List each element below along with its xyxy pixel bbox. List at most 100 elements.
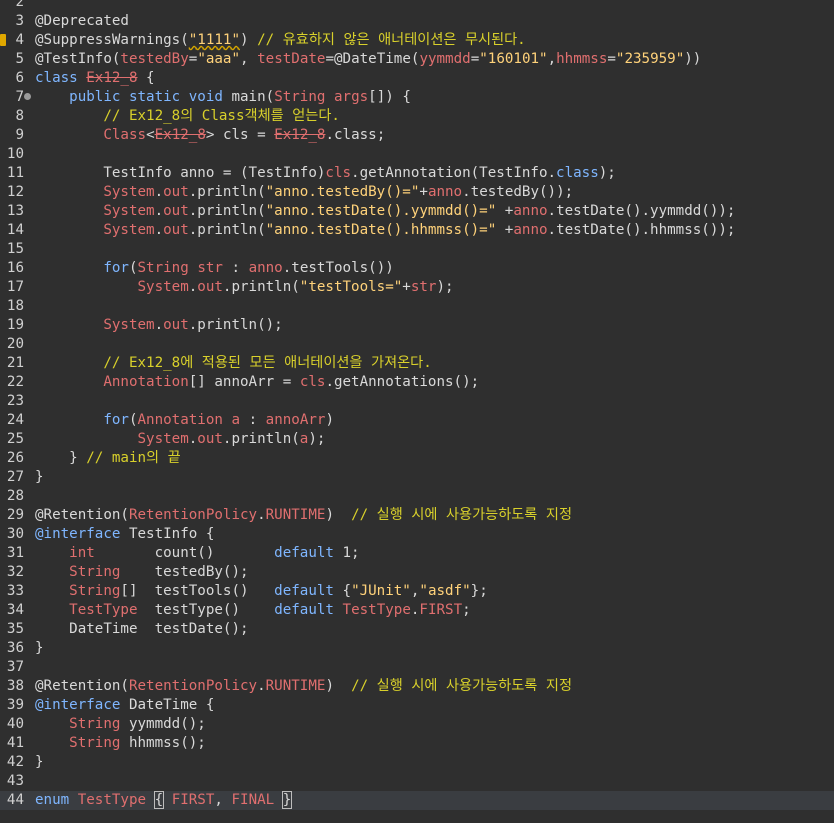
line-number: 32 <box>6 564 24 580</box>
code-line[interactable]: 6 class Ex12_8 { <box>0 69 834 88</box>
code-text[interactable]: System.out.println("anno.testDate().hhmm… <box>35 221 735 240</box>
code-text[interactable]: DateTime testDate(); <box>35 620 248 639</box>
code-token: . <box>257 678 266 694</box>
code-line[interactable]: 10 <box>0 145 834 164</box>
code-line[interactable]: 7 public static void main(String args[])… <box>0 88 834 107</box>
code-text[interactable]: @Retention(RetentionPolicy.RUNTIME) // 실… <box>35 506 572 525</box>
code-line[interactable]: 43 <box>0 772 834 791</box>
code-line[interactable]: 37 <box>0 658 834 677</box>
code-text[interactable]: System.out.println("anno.testDate().yymm… <box>35 202 735 221</box>
code-text[interactable]: public static void main(String args[]) { <box>35 88 411 107</box>
code-line[interactable]: 17 System.out.println("testTools="+str); <box>0 278 834 297</box>
code-line[interactable]: 3 @Deprecated <box>0 12 834 31</box>
code-line[interactable]: 16 for(String str : anno.testTools()) <box>0 259 834 278</box>
line-number: 40 <box>6 716 24 732</box>
code-line[interactable]: 8 // Ex12_8의 Class객체를 얻는다. <box>0 107 834 126</box>
code-text[interactable]: System.out.println(); <box>35 316 282 335</box>
code-text[interactable]: enum TestType { FIRST, FINAL } <box>35 791 293 810</box>
code-text[interactable]: String[] testTools() default {"JUnit","a… <box>35 582 488 601</box>
code-text[interactable]: Class<Ex12_8> cls = Ex12_8.class; <box>35 126 385 145</box>
code-text[interactable]: } <box>35 639 44 658</box>
code-line[interactable]: 31 int count() default 1; <box>0 544 834 563</box>
code-line[interactable]: 5 @TestInfo(testedBy = "aaa", testDate=@Dat… <box>0 50 834 69</box>
code-line[interactable]: 28 <box>0 487 834 506</box>
code-text[interactable]: System.out.println(a); <box>35 430 326 449</box>
code-text[interactable]: TestType testType() default TestType.FIR… <box>35 601 471 620</box>
code-text[interactable]: for(Annotation a : annoArr) <box>35 411 334 430</box>
code-line[interactable]: 32 String testedBy(); <box>0 563 834 582</box>
code-line[interactable]: 36} <box>0 639 834 658</box>
code-line[interactable]: 41 String hhmmss(); <box>0 734 834 753</box>
code-line[interactable]: 39 @interface DateTime { <box>0 696 834 715</box>
code-token: ) <box>325 507 352 523</box>
code-token: = <box>470 51 480 67</box>
code-line[interactable]: 33 String[] testTools() default {"JUnit"… <box>0 582 834 601</box>
code-line[interactable]: 42} <box>0 753 834 772</box>
code-text[interactable]: } <box>35 753 44 772</box>
code-line[interactable]: 19 System.out.println(); <box>0 316 834 335</box>
code-line[interactable]: 38 @Retention(RetentionPolicy.RUNTIME) //… <box>0 677 834 696</box>
code-line[interactable]: 44 enum TestType { FIRST, FINAL } <box>0 791 834 810</box>
code-text[interactable]: String hhmmss(); <box>35 734 206 753</box>
code-line[interactable]: 22 Annotation[] annoArr = cls.getAnnotat… <box>0 373 834 392</box>
code-text[interactable]: @TestInfo(testedBy = "aaa", testDate=@Date… <box>35 50 701 69</box>
code-line[interactable]: 25 System.out.println(a); <box>0 430 834 449</box>
code-text[interactable]: @Retention(RetentionPolicy.RUNTIME) // 실… <box>35 677 572 696</box>
code-text[interactable]: Annotation[] annoArr = cls.getAnnotation… <box>35 373 479 392</box>
code-text[interactable]: int count() default 1; <box>35 544 360 563</box>
code-text[interactable]: } <box>35 468 44 487</box>
line-number: 25 <box>6 431 24 447</box>
code-token: 1; <box>342 545 360 561</box>
code-text[interactable]: String yymmdd(); <box>35 715 206 734</box>
code-line[interactable]: 2 <box>0 0 834 12</box>
code-text[interactable]: @interface TestInfo { <box>35 525 214 544</box>
code-line[interactable]: 35 DateTime testDate(); <box>0 620 834 639</box>
code-token: .println( <box>188 184 266 200</box>
code-token: + <box>496 222 514 238</box>
code-token: + <box>496 203 514 219</box>
code-token: @Retention( <box>35 507 129 523</box>
code-line[interactable]: 12 System.out.println("anno.testedBy()="… <box>0 183 834 202</box>
code-text[interactable]: @SuppressWarnings("1111") // 유효하지 않은 애너테… <box>35 31 526 50</box>
code-text[interactable]: // Ex12_8의 Class객체를 얻는다. <box>35 107 340 126</box>
code-line[interactable]: 23 <box>0 392 834 411</box>
code-line[interactable]: 29 @Retention(RetentionPolicy.RUNTIME) //… <box>0 506 834 525</box>
code-line[interactable]: 24 for(Annotation a : annoArr) <box>0 411 834 430</box>
code-line[interactable]: 34 TestType testType() default TestType.… <box>0 601 834 620</box>
code-line[interactable]: 13 System.out.println("anno.testDate().y… <box>0 202 834 221</box>
code-line[interactable]: 21 // Ex12_8에 적용된 모든 애너테이션을 가져온다. <box>0 354 834 373</box>
code-text[interactable]: @interface DateTime { <box>35 696 214 715</box>
code-text[interactable]: @Deprecated <box>35 12 129 31</box>
code-text[interactable]: String testedBy(); <box>35 563 248 582</box>
code-token: default <box>274 602 343 618</box>
code-line[interactable]: 26 } // main의 끝 <box>0 449 834 468</box>
code-text[interactable]: class Ex12_8 { <box>35 69 155 88</box>
code-line[interactable]: 20 <box>0 335 834 354</box>
code-text[interactable]: } // main의 끝 <box>35 449 181 468</box>
code-line[interactable]: 14 System.out.println("anno.testDate().h… <box>0 221 834 240</box>
code-line[interactable]: 27} <box>0 468 834 487</box>
code-line[interactable]: 15 <box>0 240 834 259</box>
line-number: 15 <box>6 241 24 257</box>
code-text[interactable]: // Ex12_8에 적용된 모든 애너테이션을 가져온다. <box>35 354 431 373</box>
code-line[interactable]: 30 @interface TestInfo { <box>0 525 834 544</box>
code-token: .getAnnotation(TestInfo. <box>351 165 557 181</box>
code-line[interactable]: 18 <box>0 297 834 316</box>
code-token: } <box>281 791 293 809</box>
code-line[interactable]: 4 @SuppressWarnings("1111") // 유효하지 않은 애너… <box>0 31 834 50</box>
code-token: @Deprecated <box>35 13 129 29</box>
code-text[interactable]: System.out.println("anno.testedBy()="+an… <box>35 183 573 202</box>
code-editor[interactable]: 2 3 @Deprecated 4 @SuppressWarnings("1111") … <box>0 0 834 823</box>
code-text[interactable]: TestInfo anno = (TestInfo)cls.getAnnotat… <box>35 164 616 183</box>
code-line[interactable]: 9 Class<Ex12_8> cls = Ex12_8.class; <box>0 126 834 145</box>
fold-toggle-icon[interactable] <box>24 93 31 100</box>
code-line[interactable]: 11 TestInfo anno = (TestInfo)cls.getAnno… <box>0 164 834 183</box>
line-number: 14 <box>6 222 24 238</box>
code-token: for <box>103 260 129 276</box>
code-line[interactable]: 40 String yymmdd(); <box>0 715 834 734</box>
code-text[interactable]: for(String str : anno.testTools()) <box>35 259 393 278</box>
line-number: 9 <box>15 127 24 143</box>
code-text[interactable]: System.out.println("testTools="+str); <box>35 278 454 297</box>
code-token: ); <box>308 431 326 447</box>
line-number: 34 <box>6 602 24 618</box>
